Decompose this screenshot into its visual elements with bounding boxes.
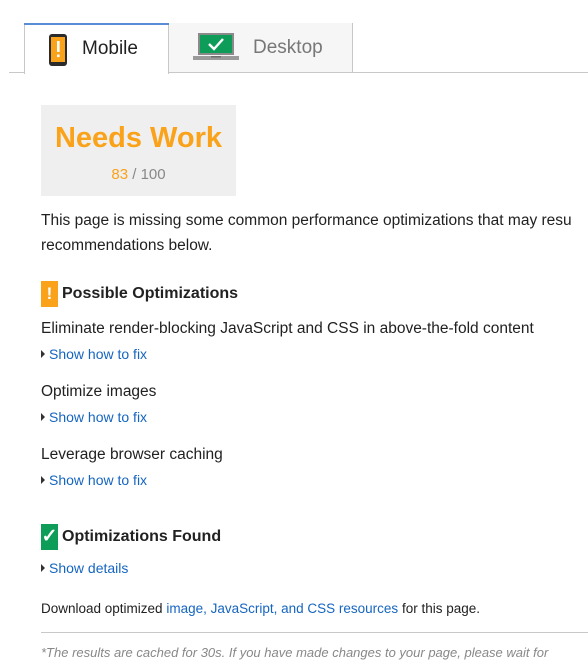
optimizations-found-title: Optimizations Found	[62, 528, 222, 545]
download-resources-link[interactable]: image, JavaScript, and CSS resources	[166, 601, 398, 616]
caret-right-icon	[41, 350, 45, 358]
caret-right-icon	[41, 564, 45, 572]
show-how-to-fix-label: Show how to fix	[49, 346, 148, 362]
download-suffix: for this page.	[398, 601, 480, 616]
show-how-to-fix-render-blocking[interactable]: Show how to fix	[41, 346, 147, 362]
tab-mobile[interactable]: Mobile	[24, 23, 169, 74]
warning-icon: !	[41, 281, 58, 307]
summary-line-2: recommendations below.	[41, 237, 213, 254]
score-separator: /	[128, 166, 141, 183]
tab-mobile-label: Mobile	[82, 38, 138, 59]
summary-text: This page is missing some common perform…	[41, 208, 588, 258]
caret-right-icon	[41, 413, 45, 421]
show-how-to-fix-label: Show how to fix	[49, 472, 148, 488]
phone-icon	[49, 34, 67, 66]
show-how-to-fix-label: Show how to fix	[49, 409, 148, 425]
check-icon: ✓	[41, 524, 58, 550]
download-line: Download optimized image, JavaScript, an…	[41, 601, 480, 616]
show-how-to-fix-caching[interactable]: Show how to fix	[41, 472, 147, 488]
divider	[41, 632, 588, 633]
cache-footnote: *The results are cached for 30s. If you …	[41, 645, 549, 660]
score-readout: 83 / 100	[41, 166, 236, 183]
show-details-label: Show details	[49, 560, 129, 576]
download-prefix: Download optimized	[41, 601, 167, 616]
score-title: Needs Work	[54, 122, 223, 154]
tab-desktop-label: Desktop	[253, 37, 323, 58]
tab-desktop[interactable]: Desktop	[169, 23, 353, 72]
show-how-to-fix-images[interactable]: Show how to fix	[41, 409, 147, 425]
rule-browser-caching: Leverage browser caching	[41, 446, 223, 463]
show-details-link[interactable]: Show details	[41, 560, 128, 576]
score-box: Needs Work 83 / 100	[41, 105, 236, 196]
score-max: 100	[140, 166, 166, 183]
rule-render-blocking: Eliminate render-blocking JavaScript and…	[41, 320, 534, 337]
possible-optimizations-title: Possible Optimizations	[62, 285, 239, 302]
caret-right-icon	[41, 476, 45, 484]
rule-optimize-images: Optimize images	[41, 383, 157, 400]
device-tabs: Mobile Desktop	[0, 23, 588, 74]
summary-line-1: This page is missing some common perform…	[41, 212, 572, 229]
laptop-check-icon	[193, 33, 239, 60]
score-value: 83	[111, 166, 129, 183]
